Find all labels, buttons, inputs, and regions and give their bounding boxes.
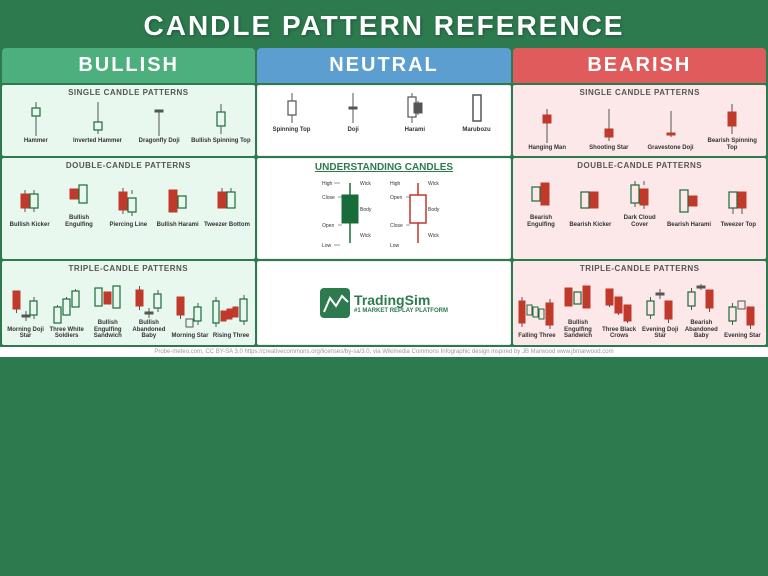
pattern-inverted-hammer: Inverted Hammer	[68, 100, 128, 147]
header: CANDLE PATTERN REFERENCE	[0, 0, 768, 48]
pattern-doji: Doji	[323, 89, 383, 136]
pattern-morning-doji-star: Morning Doji Star	[6, 283, 45, 342]
svg-text:High: High	[390, 181, 401, 187]
triple-patterns-row: TRIPLE-CANDLE PATTERNS Morning Doji Sta	[0, 261, 768, 347]
neutral-single-patterns: Spinning Top Doji	[262, 89, 507, 136]
svg-text:Wick: Wick	[360, 233, 371, 239]
bullish-single-section: SINGLE CANDLE PATTERNS Hammer	[2, 85, 255, 156]
single-patterns-row: SINGLE CANDLE PATTERNS Hammer	[0, 83, 768, 158]
pattern-tweezer-bottom: Tweezer Bottom	[203, 180, 250, 231]
pattern-dark-cloud: Dark Cloud Cover	[616, 173, 663, 230]
bearish-double-section: DOUBLE-CANDLE PATTERNS Bearish Engulfing	[513, 158, 766, 259]
pattern-bullish-engulfing: Bullish Engulfing	[55, 173, 102, 230]
neutral-single-section: Spinning Top Doji	[257, 85, 512, 156]
footer: Probe-meteo.com, CC BY-SA 3.0 https://cr…	[0, 347, 768, 357]
double-patterns-row: DOUBLE-CANDLE PATTERNS Bullish Kicker	[0, 158, 768, 261]
pattern-evening-doji-star: Evening Doji Star	[641, 283, 680, 342]
pattern-three-black-crows: Three Black Crows	[600, 283, 639, 342]
pattern-bearish-abandoned-baby: Bearish Abandoned Baby	[682, 276, 721, 342]
pattern-spinning-top: Spinning Top	[262, 89, 322, 136]
understanding-diagram: High Close Open Low	[262, 175, 507, 255]
pattern-hanging-man: Hanging Man	[517, 107, 577, 154]
pattern-bearish-kicker: Bearish Kicker	[567, 180, 614, 231]
svg-text:Wick: Wick	[428, 233, 439, 239]
svg-text:Low: Low	[390, 243, 400, 249]
bearish-triple-patterns: Falling Three Bullish Engulfing Sandwich	[517, 276, 762, 342]
pattern-falling-three: Falling Three	[517, 289, 556, 342]
pattern-bullish-abandoned-baby: Bullish Abandoned Baby	[129, 276, 168, 342]
pattern-bullish-spinning-top: Bullish Spinning Top	[191, 100, 251, 147]
bearish-single-section: SINGLE CANDLE PATTERNS Hanging Man	[513, 85, 766, 156]
svg-text:Wick: Wick	[360, 181, 371, 187]
bearish-triple-section: TRIPLE-CANDLE PATTERNS Fal	[513, 261, 766, 345]
pattern-gravestone-doji: Gravestone Doji	[641, 107, 701, 154]
pattern-bullish-engulfing-sandwich: Bullish Engulfing Sandwich	[88, 276, 127, 342]
pattern-b-engulfing-sandwich: Bullish Engulfing Sandwich	[558, 276, 597, 342]
pattern-evening-star: Evening Star	[723, 289, 762, 342]
svg-text:Close: Close	[322, 195, 335, 201]
footer-logo: TradingSim #1 MARKET REPLAY PLATFORM	[320, 288, 448, 318]
pattern-bearish-harami: Bearish Harami	[665, 180, 712, 231]
svg-text:High: High	[322, 181, 333, 187]
pattern-bearish-spinning-top: Bearish Spinning Top	[702, 100, 762, 153]
bullish-double-section: DOUBLE-CANDLE PATTERNS Bullish Kicker	[2, 158, 255, 259]
page-title: CANDLE PATTERN REFERENCE	[0, 10, 768, 42]
pattern-three-white-soldiers: Three White Soldiers	[47, 283, 86, 342]
bullish-single-patterns: Hammer Inverted Hammer	[6, 100, 251, 147]
bearish-double-patterns: Bearish Engulfing Bearish Kicker	[517, 173, 762, 230]
svg-text:Body: Body	[360, 207, 372, 213]
svg-text:Wick: Wick	[428, 181, 439, 187]
pattern-bullish-harami: Bullish Harami	[154, 180, 201, 231]
pattern-harami: Harami	[385, 89, 445, 136]
pattern-piercing-line: Piercing Line	[105, 180, 152, 231]
bearish-single-patterns: Hanging Man Shooting Star	[517, 100, 762, 153]
svg-text:Open: Open	[390, 195, 402, 201]
pattern-dragonfly-doji: Dragonfly Doji	[129, 100, 189, 147]
bullish-header: BULLISH	[2, 48, 255, 83]
pattern-shooting-star: Shooting Star	[579, 107, 639, 154]
svg-text:Close: Close	[390, 223, 403, 229]
understanding-section: UNDERSTANDING CANDLES High	[257, 158, 512, 259]
pattern-hammer: Hammer	[6, 100, 66, 147]
bearish-header: BEARISH	[513, 48, 766, 83]
svg-text:Body: Body	[428, 207, 440, 213]
pattern-tweezer-top: Tweezer Top	[715, 180, 762, 231]
svg-text:Open: Open	[322, 223, 334, 229]
bullish-triple-patterns: Morning Doji Star Three White Soldiers	[6, 276, 251, 342]
pattern-morning-star: Morning Star	[170, 289, 209, 342]
pattern-rising-three: Rising Three	[212, 289, 251, 342]
pattern-bearish-engulfing: Bearish Engulfing	[517, 173, 564, 230]
neutral-triple-section: TradingSim #1 MARKET REPLAY PLATFORM	[257, 261, 512, 345]
main-container: CANDLE PATTERN REFERENCE BULLISH NEUTRAL…	[0, 0, 768, 576]
bullish-triple-section: TRIPLE-CANDLE PATTERNS Morning Doji Sta	[2, 261, 255, 345]
pattern-bullish-kicker: Bullish Kicker	[6, 180, 53, 231]
neutral-header: NEUTRAL	[257, 48, 510, 83]
svg-text:Low: Low	[322, 243, 332, 249]
pattern-marubozu: Marubozu	[447, 89, 507, 136]
bullish-double-patterns: Bullish Kicker Bullish Engulfing	[6, 173, 251, 230]
